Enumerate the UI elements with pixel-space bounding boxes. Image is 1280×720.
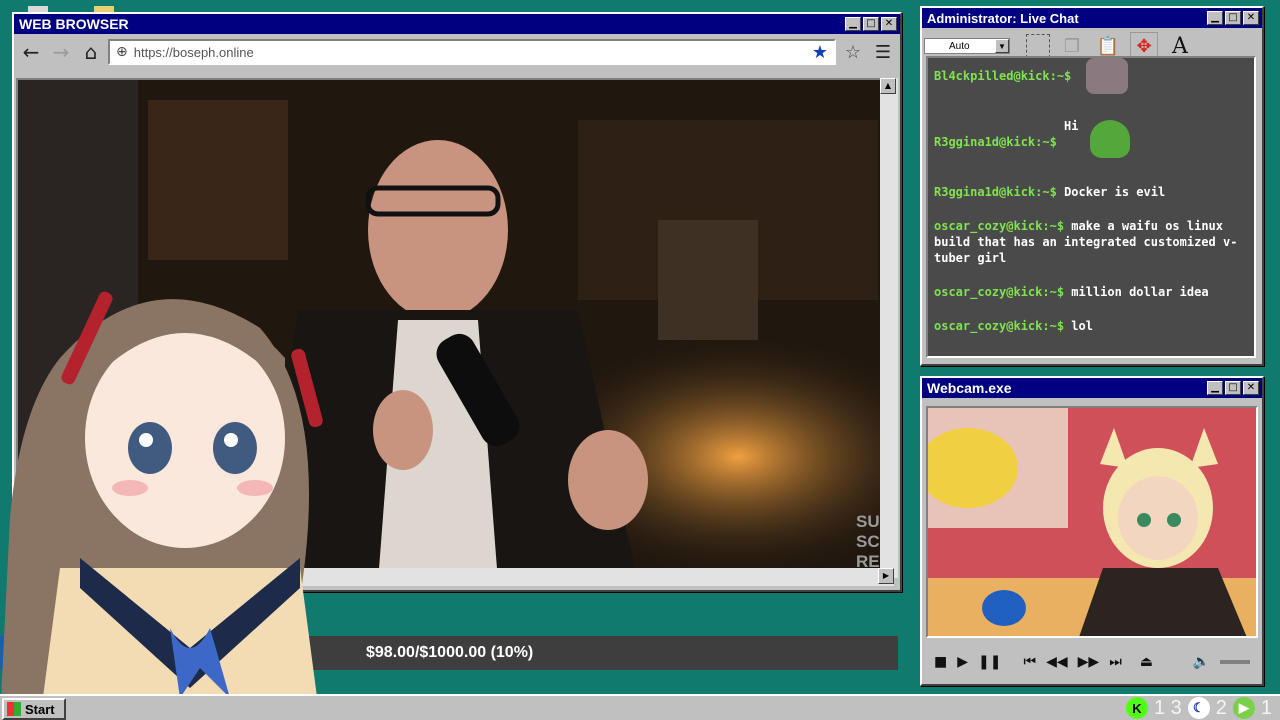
minimize-button[interactable]: ▁ xyxy=(1207,381,1223,395)
home-icon[interactable]: ⌂ xyxy=(78,40,104,64)
close-button[interactable]: ✕ xyxy=(1243,11,1259,25)
webcam-illustration xyxy=(928,408,1256,636)
select-icon[interactable] xyxy=(1026,34,1050,58)
chat-window: Administrator: Live Chat ▁ □ ✕ Auto ▼ ❐ … xyxy=(920,6,1264,366)
chat-username: oscar_cozy@kick:~$ xyxy=(934,219,1065,233)
chat-username: R3ggina1d@kick:~$ xyxy=(934,185,1057,199)
avatar xyxy=(1086,58,1128,94)
chat-message: oscar_cozy@kick:~$ million dollar idea xyxy=(934,285,1209,299)
font-size-value: Auto xyxy=(949,40,970,52)
close-button[interactable]: ✕ xyxy=(1243,381,1259,395)
chat-message: R3ggina1d@kick:~$ xyxy=(934,134,1248,150)
webcam-feed xyxy=(926,406,1258,638)
menu-icon[interactable]: ☰ xyxy=(870,40,896,64)
stop-icon[interactable]: ■ xyxy=(934,654,947,670)
chat-titlebar[interactable]: Administrator: Live Chat ▁ □ ✕ xyxy=(922,8,1262,28)
chat-username: Bl4ckpilled@kick:~$ xyxy=(934,69,1072,83)
tray-value: 1 xyxy=(1260,696,1272,719)
chat-message: R3ggina1d@kick:~$ Docker is evil xyxy=(934,185,1166,199)
chat-message: oscar_cozy@kick:~$ make a waifu os linux… xyxy=(934,219,1238,265)
tray-value: 1 3 xyxy=(1153,696,1182,719)
back-arrow-icon[interactable]: ← xyxy=(18,40,44,64)
media-controls: ■ ▶ ❚❚ ⏮ ◀◀ ▶▶ ⏭ ⏏ 🔈 xyxy=(926,646,1258,678)
taskbar: Start K 1 3 ☾ 2 ▶ 1 xyxy=(0,694,1280,720)
volume-icon[interactable]: 🔈 xyxy=(1193,654,1210,670)
donation-progress-label: $98.00/$1000.00 (10%) xyxy=(366,644,534,661)
minimize-button[interactable]: ▁ xyxy=(845,17,861,31)
chevron-down-icon[interactable]: ▼ xyxy=(995,39,1009,53)
chat-username: oscar_cozy@kick:~$ xyxy=(934,285,1065,299)
skip-next-icon[interactable]: ⏭ xyxy=(1109,654,1122,670)
chat-title: Administrator: Live Chat xyxy=(927,10,1079,26)
volume-slider[interactable] xyxy=(1220,660,1250,664)
kick-icon[interactable]: K xyxy=(1125,697,1148,719)
tray-value: 2 xyxy=(1215,696,1227,719)
pause-icon[interactable]: ❚❚ xyxy=(978,654,1001,670)
play-icon[interactable]: ▶ xyxy=(957,654,968,670)
globe-icon: ⊕ xyxy=(116,44,128,60)
play-icon[interactable]: ▶ xyxy=(1232,697,1255,719)
moon-icon[interactable]: ☾ xyxy=(1187,697,1210,719)
start-button[interactable]: Start xyxy=(2,698,66,720)
system-tray: K 1 3 ☾ 2 ▶ 1 xyxy=(1125,696,1272,720)
windows-logo-icon xyxy=(7,702,21,716)
browser-toolbar: ← → ⌂ ⊕ https://boseph.online ★ ☆ ☰ xyxy=(14,34,900,70)
vertical-scrollbar[interactable]: ▲ xyxy=(880,78,898,578)
favorites-star-icon[interactable]: ☆ xyxy=(840,40,866,64)
chat-username: R3ggina1d@kick:~$ xyxy=(934,135,1057,149)
chat-username: oscar_cozy@kick:~$ xyxy=(934,319,1065,333)
maximize-button[interactable]: □ xyxy=(863,17,879,31)
scroll-right-icon[interactable]: ▶ xyxy=(878,568,894,584)
webcam-titlebar[interactable]: Webcam.exe ▁ □ ✕ xyxy=(922,378,1262,398)
start-label: Start xyxy=(25,701,55,717)
address-bar[interactable]: ⊕ https://boseph.online ★ xyxy=(108,39,836,65)
chat-messages[interactable]: Bl4ckpilled@kick:~$ Hi R3ggina1d@kick:~$… xyxy=(926,56,1256,358)
skip-previous-icon[interactable]: ⏮ xyxy=(1023,654,1036,670)
font-size-dropdown[interactable]: Auto ▼ xyxy=(924,38,1010,54)
eject-icon[interactable]: ⏏ xyxy=(1140,654,1153,670)
forward-arrow-icon[interactable]: → xyxy=(48,40,74,64)
browser-titlebar[interactable]: WEB BROWSER ▁ □ ✕ xyxy=(14,14,900,34)
vtuber-avatar xyxy=(0,291,323,720)
chat-message: oscar_cozy@kick:~$ lol xyxy=(934,319,1093,333)
bookmark-star-icon[interactable]: ★ xyxy=(812,42,828,63)
browser-title: WEB BROWSER xyxy=(19,16,129,32)
fast-forward-icon[interactable]: ▶▶ xyxy=(1078,654,1100,670)
close-button[interactable]: ✕ xyxy=(881,17,897,31)
scroll-up-icon[interactable]: ▲ xyxy=(880,78,896,94)
maximize-button[interactable]: □ xyxy=(1225,11,1241,25)
maximize-button[interactable]: □ xyxy=(1225,381,1241,395)
webcam-title: Webcam.exe xyxy=(927,380,1012,396)
rewind-icon[interactable]: ◀◀ xyxy=(1046,654,1068,670)
minimize-button[interactable]: ▁ xyxy=(1207,11,1223,25)
webcam-window: Webcam.exe ▁ □ ✕ ■ ▶ ❚❚ ⏮ ◀◀ ▶▶ ⏭ ⏏ 🔈 xyxy=(920,376,1264,686)
url-text[interactable]: https://boseph.online xyxy=(134,45,806,60)
